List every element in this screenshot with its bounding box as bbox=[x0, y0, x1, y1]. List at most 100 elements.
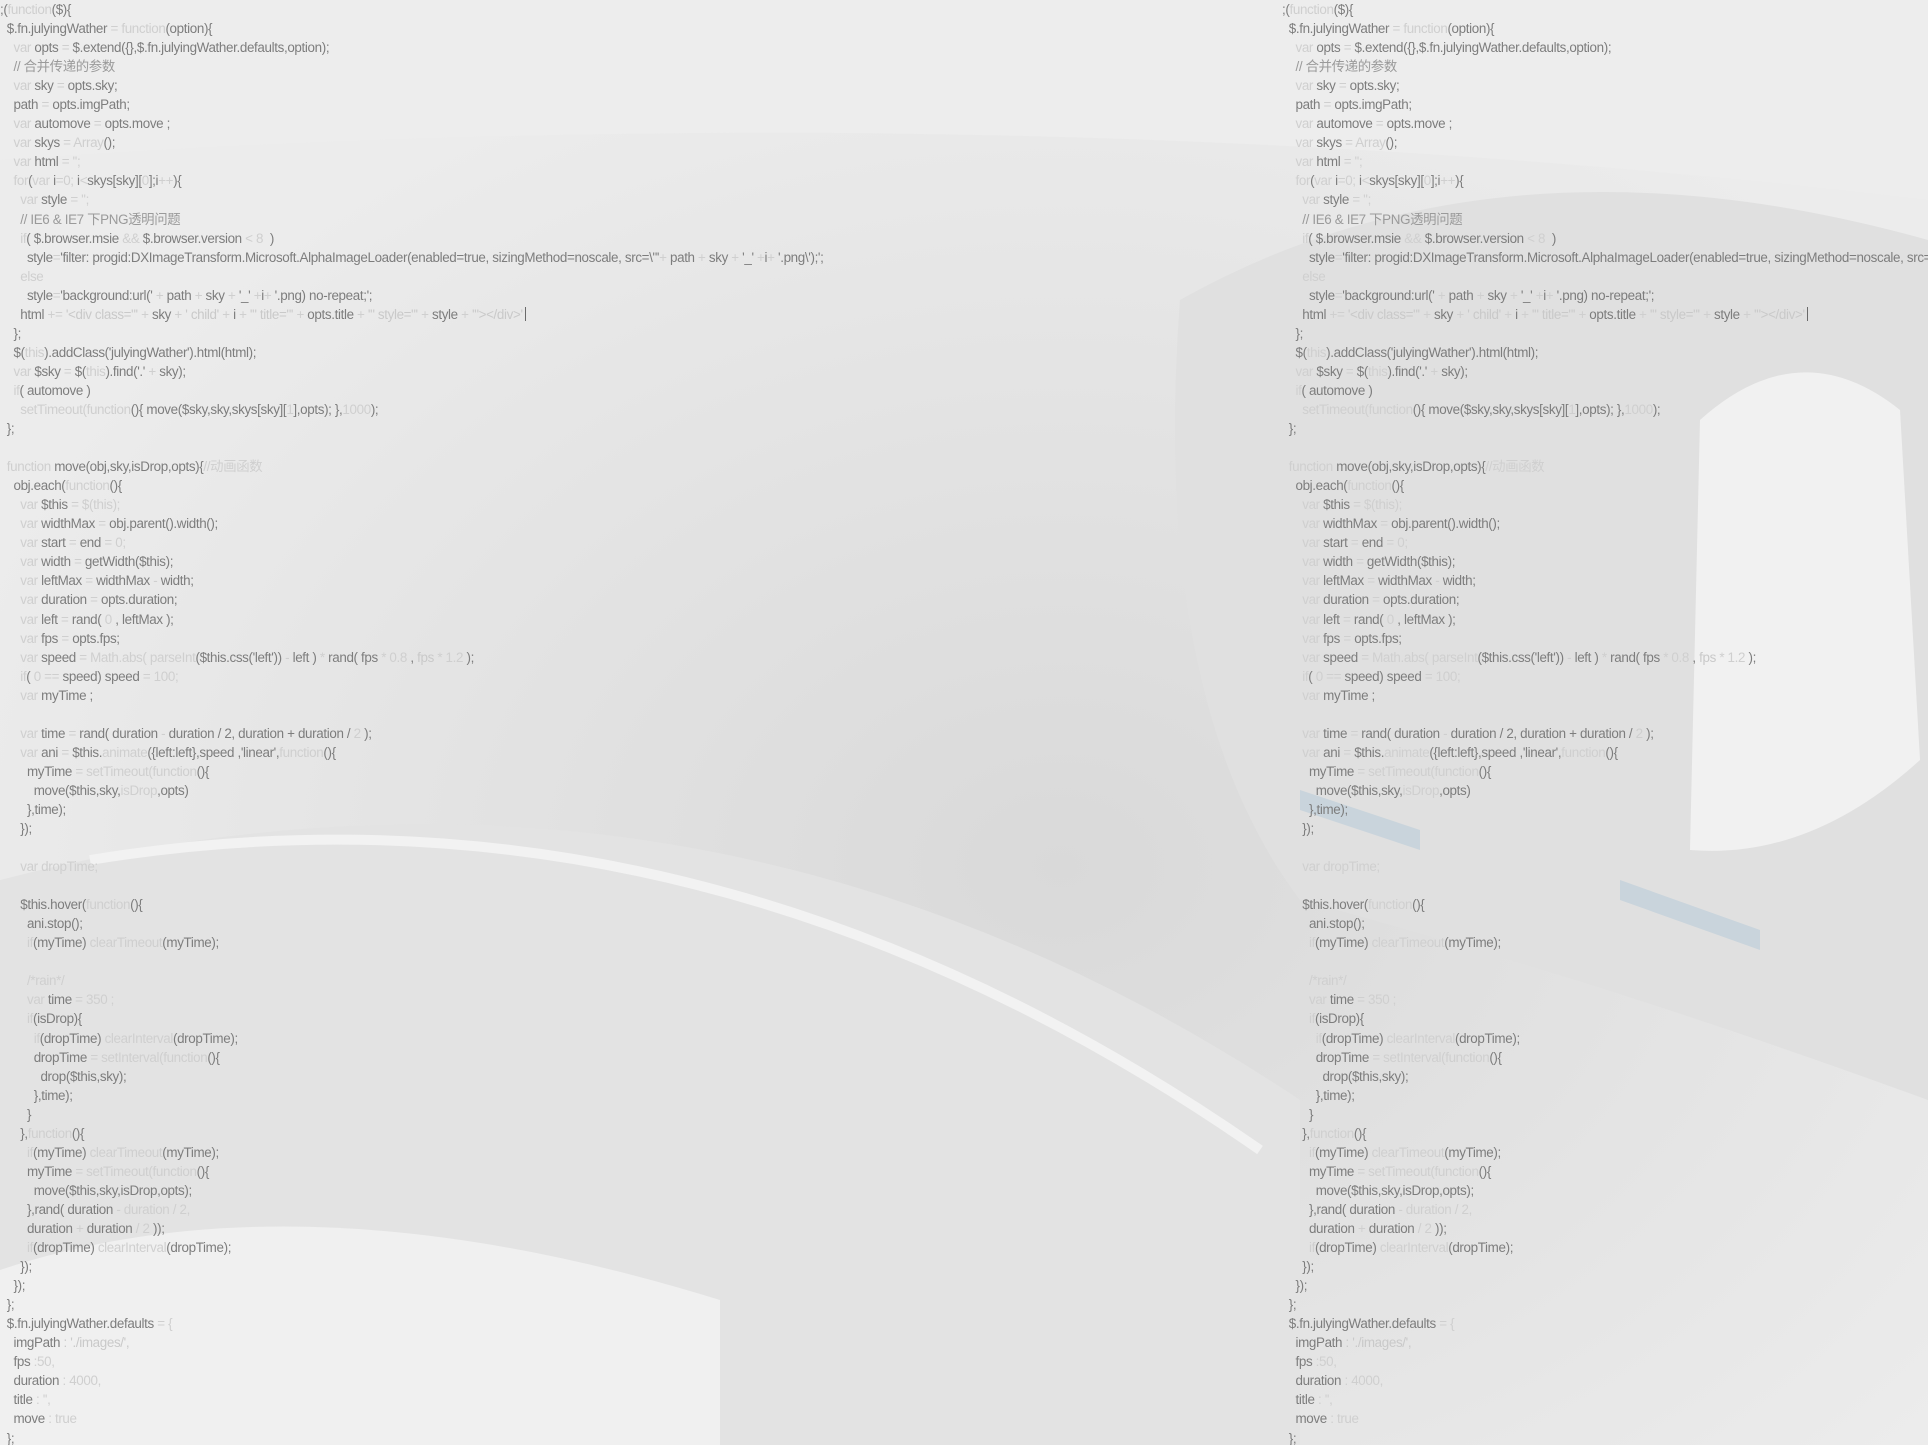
code-line: var html = ''; bbox=[1282, 152, 1928, 171]
code-token: , leftMax ); bbox=[1393, 611, 1456, 627]
code-token: opts.move ; bbox=[1383, 116, 1453, 132]
code-token: duration bbox=[37, 592, 91, 608]
code-token: var bbox=[20, 744, 38, 760]
code-line: var $sky = $(this).find('.' + sky); bbox=[1282, 362, 1928, 381]
code-token: ani bbox=[1319, 744, 1344, 760]
code-token: '"></div>' bbox=[1750, 306, 1805, 322]
code-token: '_' bbox=[235, 287, 254, 303]
code-line: function move(obj,sky,isDrop,opts){//动画函… bbox=[1282, 457, 1928, 476]
code-line: var skys = Array(); bbox=[1282, 133, 1928, 152]
code-token: clearTimeout bbox=[1371, 1144, 1445, 1160]
code-token: = bbox=[1380, 516, 1388, 532]
code-line: myTime = setTimeout(function(){ bbox=[1282, 762, 1928, 781]
code-token: title bbox=[1282, 1392, 1318, 1408]
code-token: = bbox=[1345, 363, 1357, 379]
code-token: function bbox=[6, 459, 51, 475]
code-line: obj.each(function(){ bbox=[0, 476, 960, 495]
code-line: }); bbox=[0, 1257, 960, 1276]
code-token: ani.stop(); bbox=[0, 916, 83, 932]
code-token: = bbox=[1343, 611, 1351, 627]
code-token: }); bbox=[1282, 821, 1314, 837]
code-token: =0; bbox=[55, 173, 74, 189]
code-line: // IE6 & IE7 下PNG透明问题 bbox=[1282, 210, 1928, 229]
code-token: move($this,sky,isDrop,opts); bbox=[1282, 1182, 1474, 1198]
code-line: var style = ''; bbox=[0, 190, 960, 209]
code-token: start bbox=[37, 535, 69, 551]
code-line: $(this).addClass('julyingWather').html(h… bbox=[0, 343, 960, 362]
code-token: , bbox=[1689, 649, 1700, 665]
code-line: title : '', bbox=[1282, 1390, 1928, 1409]
code-token: function bbox=[1561, 744, 1606, 760]
code-line: duration : 4000, bbox=[1282, 1371, 1928, 1390]
code-token: var bbox=[1302, 592, 1320, 608]
code-token: }; bbox=[0, 325, 21, 341]
code-token: width bbox=[1319, 554, 1357, 570]
code-token: :50, bbox=[33, 1354, 55, 1370]
code-line: /*rain*/ bbox=[1282, 971, 1928, 990]
code-token: = $(this); bbox=[1353, 497, 1403, 513]
text-caret bbox=[1806, 306, 1808, 321]
code-token: (){ move($sky,sky,skys[sky][ bbox=[1412, 401, 1569, 417]
code-token: ).find('.' bbox=[1387, 363, 1431, 379]
code-token: (){ bbox=[1489, 1049, 1502, 1065]
code-token: '" title="' bbox=[1528, 306, 1579, 322]
code-token: (){ move($sky,sky,skys[sky][ bbox=[130, 401, 287, 417]
code-token: (myTime) bbox=[32, 1144, 90, 1160]
code-token: ($this.css('left')) bbox=[195, 649, 286, 665]
code-token: move bbox=[1282, 1411, 1331, 1427]
code-token: (myTime); bbox=[162, 935, 219, 951]
code-token: // 合并传递的参数 bbox=[1282, 59, 1397, 75]
code-token: $sky bbox=[31, 363, 64, 379]
code-token: sky bbox=[202, 287, 228, 303]
code-token: i bbox=[229, 306, 240, 322]
code-token: = setTimeout(function bbox=[1357, 1163, 1479, 1179]
code-token: this bbox=[85, 363, 106, 379]
code-line: },time); bbox=[0, 1086, 960, 1105]
code-token: opts.fps; bbox=[68, 630, 120, 646]
code-token: = bbox=[61, 630, 69, 646]
code-token: var bbox=[20, 630, 38, 646]
code-line: }; bbox=[1282, 324, 1928, 343]
code-token: },time); bbox=[1282, 801, 1348, 817]
code-token: 1000 bbox=[342, 401, 371, 417]
code-token: ).find('.' bbox=[105, 363, 149, 379]
code-token: opts bbox=[1313, 40, 1344, 56]
code-token: '" title="' bbox=[246, 306, 297, 322]
code-token: else bbox=[1302, 268, 1326, 284]
code-line: drop($this,sky); bbox=[1282, 1067, 1928, 1086]
code-line: },function(){ bbox=[1282, 1124, 1928, 1143]
code-token: fps bbox=[1699, 649, 1716, 665]
code-token: (dropTime) bbox=[1321, 1030, 1387, 1046]
code-token: myTime bbox=[0, 1163, 76, 1179]
code-line: function move(obj,sky,isDrop,opts){//动画函… bbox=[0, 457, 960, 476]
code-token: var bbox=[1302, 554, 1320, 570]
code-token: left ) bbox=[289, 649, 320, 665]
code-token: var bbox=[20, 611, 38, 627]
code-token: , bbox=[407, 649, 418, 665]
code-token: = ''; bbox=[61, 154, 81, 170]
code-token: (myTime); bbox=[1444, 1144, 1501, 1160]
code-line: drop($this,sky); bbox=[0, 1067, 960, 1086]
code-token: var bbox=[1302, 611, 1320, 627]
code-token: var bbox=[1295, 116, 1314, 132]
code-line: }; bbox=[0, 324, 960, 343]
code-line: $.fn.julyingWather = function(option){ bbox=[1282, 19, 1928, 38]
code-token: end bbox=[1358, 535, 1387, 551]
code-token: var bbox=[1314, 173, 1332, 189]
code-line: var myTime ; bbox=[0, 686, 960, 705]
code-token: = 0; bbox=[104, 535, 126, 551]
code-token: = setTimeout(function bbox=[75, 1163, 197, 1179]
code-token: && bbox=[122, 230, 140, 246]
code-token: duration bbox=[1319, 592, 1373, 608]
code-token: = 350 ; bbox=[75, 992, 115, 1008]
code-token: move($this,sky, bbox=[0, 782, 121, 798]
